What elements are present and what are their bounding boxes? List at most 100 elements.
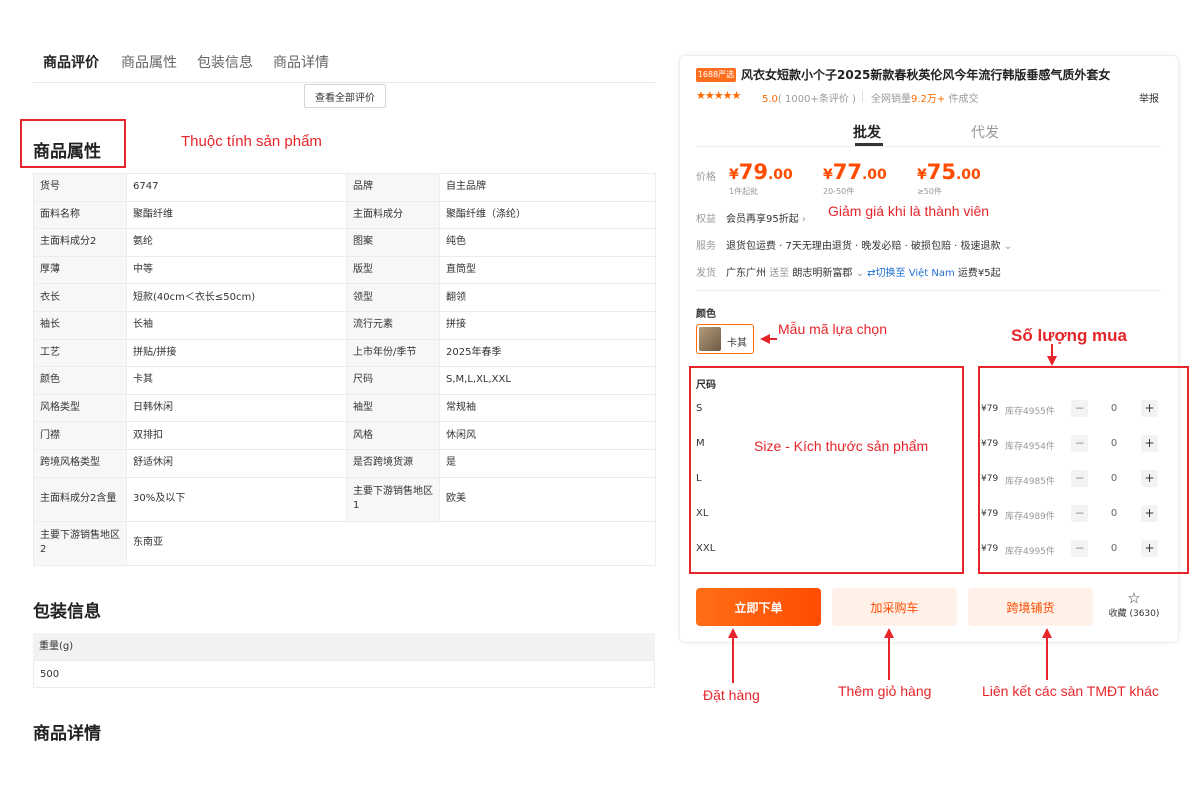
- switch-country-link[interactable]: 切换至 Việt Nam: [876, 268, 955, 279]
- packaging-value: 500: [33, 660, 655, 688]
- tab-packaging[interactable]: 包装信息: [197, 52, 253, 72]
- increment-button[interactable]: +: [1141, 540, 1158, 557]
- attribute-key: 颜色: [33, 366, 127, 395]
- table-row: 跨境风格类型 舒适休闲 是否跨境货源是: [33, 448, 656, 478]
- increment-button[interactable]: +: [1141, 435, 1158, 452]
- size-price: ¥79: [981, 439, 999, 449]
- rating-summary[interactable]: 5.0( 1000+条评价 ): [762, 90, 856, 105]
- price-tier-3-dec: .00: [955, 167, 981, 183]
- attribute-value: 卡其: [126, 366, 347, 395]
- sales-number: 9.2万+: [911, 94, 946, 105]
- price-tier-2-condition: 20-50件: [823, 187, 855, 196]
- increment-button[interactable]: +: [1141, 470, 1158, 487]
- shipping-from: 广东广州: [726, 268, 766, 279]
- attribute-key: 主要下游销售地区2: [33, 520, 127, 566]
- size-option-name: XXL: [696, 543, 716, 554]
- cross-border-button[interactable]: 跨境铺货: [968, 588, 1093, 626]
- decrement-button[interactable]: −: [1071, 400, 1088, 417]
- packaging-title: 包装信息: [33, 602, 101, 622]
- report-link[interactable]: 举报: [1139, 90, 1159, 105]
- attribute-value: 中等: [126, 255, 347, 285]
- quantity-value[interactable]: 0: [1106, 508, 1122, 519]
- tab-dropship[interactable]: 代发: [971, 122, 999, 142]
- decrement-button[interactable]: −: [1071, 540, 1088, 557]
- sales-label: 全网销量: [871, 94, 911, 105]
- attribute-key: 领型: [346, 283, 440, 312]
- shipping-to[interactable]: 朗志明新富郡: [792, 268, 852, 279]
- service-label: 服务: [696, 241, 716, 252]
- price-tier-3-condition: ≥50件: [917, 187, 942, 196]
- switch-arrows-icon: ⇄: [867, 268, 876, 279]
- arrow-shaft: [732, 637, 734, 683]
- service-list[interactable]: 退货包运费 · 7天无理由退货 · 晚发必赔 · 破损包赔 · 极速退款 ⌄: [726, 237, 1012, 252]
- price-tier-2-dec: .00: [861, 167, 887, 183]
- price-tier-2-int: 77: [832, 160, 862, 184]
- divider: [862, 91, 863, 102]
- shipping-to-word: 送至: [769, 268, 790, 279]
- attribute-value: 短款(40cm＜衣长≤50cm): [126, 283, 347, 312]
- attribute-key: 流行元素: [346, 310, 440, 340]
- quantity-value[interactable]: 0: [1106, 473, 1122, 484]
- tab-attributes[interactable]: 商品属性: [121, 52, 177, 72]
- size-option-name: L: [696, 473, 702, 484]
- attribute-key: 跨境风格类型: [33, 448, 127, 478]
- buy-annotation: Đặt hàng: [703, 687, 760, 703]
- decrement-button[interactable]: −: [1071, 470, 1088, 487]
- attribute-value: 氨纶: [126, 228, 347, 257]
- attribute-value: 翻领: [439, 283, 656, 312]
- decrement-button[interactable]: −: [1071, 505, 1088, 522]
- size-price: ¥79: [981, 544, 999, 554]
- quantity-value[interactable]: 0: [1106, 403, 1122, 414]
- table-row: 主面料成分2 氨纶 图案 纯色: [33, 228, 656, 257]
- attribute-value: 自主品牌: [439, 173, 656, 202]
- rights-label: 权益: [696, 214, 716, 225]
- view-all-reviews-button[interactable]: 查看全部评价: [304, 84, 386, 108]
- price-tier-1: ¥79.00: [729, 160, 793, 184]
- increment-button[interactable]: +: [1141, 505, 1158, 522]
- packaging-header: 重量(g): [33, 633, 655, 660]
- color-option-khaki[interactable]: 卡其: [696, 324, 754, 354]
- attribute-key: 主面料成分2: [33, 228, 127, 257]
- attribute-key: 上市年份/季节: [346, 338, 440, 368]
- arrow-shaft: [1046, 637, 1048, 680]
- attribute-value: 直筒型: [439, 255, 656, 285]
- attribute-value: 2025年春季: [439, 338, 656, 368]
- attribute-key: 衣长: [33, 283, 127, 312]
- decrement-button[interactable]: −: [1071, 435, 1088, 452]
- size-stock: 库存4954件: [1005, 442, 1055, 452]
- favorite-button[interactable]: ☆ 收藏 (3630): [1104, 590, 1164, 619]
- attribute-value: 欧美: [439, 476, 656, 522]
- favorite-count: 收藏 (3630): [1108, 609, 1160, 619]
- sales-suffix: 件成交: [945, 94, 979, 105]
- quantity-value[interactable]: 0: [1106, 543, 1122, 554]
- rights-link[interactable]: 会员再享95折起 ›: [726, 210, 806, 225]
- tab-wholesale[interactable]: 批发: [853, 122, 881, 142]
- attribute-key: 品牌: [346, 173, 440, 202]
- table-row: 颜色 卡其 尺码 S,M,L,XL,XXL: [33, 366, 656, 395]
- table-row: 货号 6747 品牌 自主品牌: [33, 173, 656, 202]
- color-label: 颜色: [696, 309, 716, 320]
- size-price: ¥79: [981, 509, 999, 519]
- size-option-name: XL: [696, 508, 709, 519]
- increment-button[interactable]: +: [1141, 400, 1158, 417]
- size-stock: 库存4955件: [1005, 407, 1055, 417]
- buy-now-button[interactable]: 立即下单: [696, 588, 821, 626]
- quantity-value[interactable]: 0: [1106, 438, 1122, 449]
- service-text: 退货包运费 · 7天无理由退货 · 晚发必赔 · 破损包赔 · 极速退款: [726, 241, 1001, 252]
- chevron-right-icon: ›: [801, 214, 806, 225]
- attribute-value: 拼接: [439, 310, 656, 340]
- attribute-value: 舒适休闲: [126, 448, 347, 478]
- table-row: 主要下游销售地区2 东南亚: [33, 520, 656, 566]
- tab-reviews[interactable]: 商品评价: [43, 52, 99, 72]
- chevron-down-icon: ⌄: [855, 268, 864, 279]
- size-annotation: Size - Kích thước sản phẩm: [754, 438, 929, 454]
- tab-details[interactable]: 商品详情: [273, 52, 329, 72]
- selected-badge: 1688严选: [696, 68, 736, 82]
- attribute-key: 风格类型: [33, 393, 127, 423]
- attribute-key: 门襟: [33, 421, 127, 450]
- add-to-cart-button[interactable]: 加采购车: [832, 588, 957, 626]
- arrow-shaft: [888, 637, 890, 680]
- attribute-key: 工艺: [33, 338, 127, 368]
- attribute-value: S,M,L,XL,XXL: [439, 366, 656, 395]
- price-label: 价格: [696, 172, 716, 183]
